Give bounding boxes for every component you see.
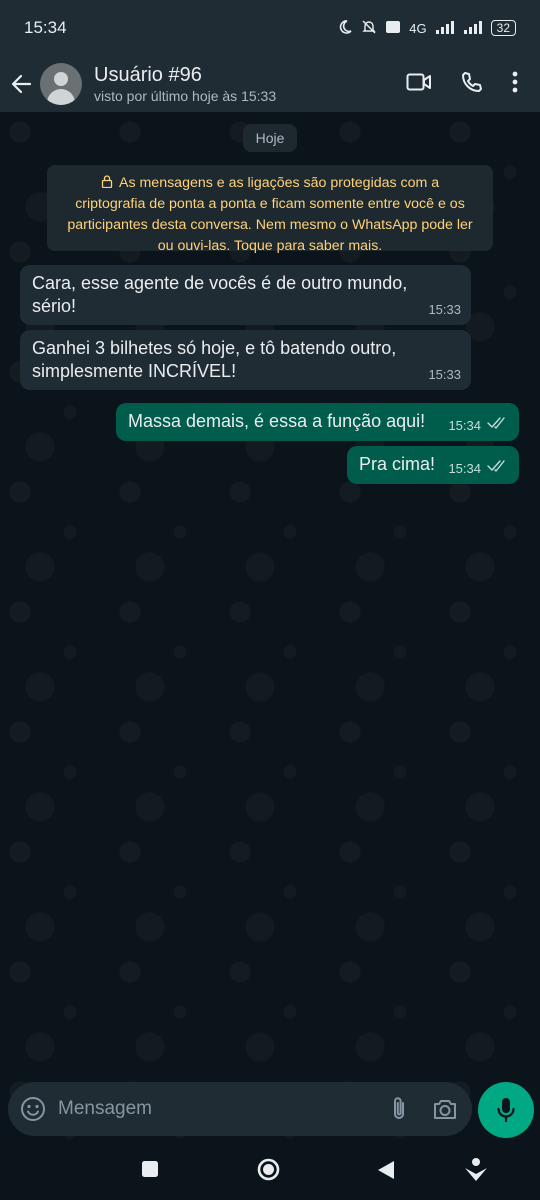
camera-icon[interactable] <box>432 1098 458 1120</box>
system-nav-bar <box>0 1142 540 1200</box>
battery-indicator: 32 <box>490 20 516 36</box>
mic-icon <box>496 1097 516 1123</box>
status-time: 15:34 <box>24 18 67 37</box>
last-seen-status: visto por último hoje às 15:33 <box>94 88 277 104</box>
message-incoming[interactable]: Ganhei 3 bilhetes só hoje, e tô batendo … <box>20 330 471 390</box>
header-actions <box>406 70 518 99</box>
muted-bell-icon <box>361 19 377 38</box>
volte-icon <box>385 20 401 37</box>
message-outgoing[interactable]: Pra cima! 15:34 <box>347 446 519 484</box>
double-check-icon <box>487 455 509 478</box>
assistant-icon[interactable] <box>464 1156 488 1187</box>
message-time: 15:33 <box>428 367 461 382</box>
network-type-label: 4G <box>409 20 427 36</box>
voice-call-icon[interactable] <box>460 70 484 99</box>
message-text: Massa demais, é essa a função aqui! <box>128 411 426 431</box>
message-input[interactable]: Mensagem <box>58 1098 390 1120</box>
double-check-icon <box>487 412 509 435</box>
message-text: Pra cima! <box>359 454 436 474</box>
contact-name: Usuário #96 <box>94 64 202 86</box>
dnd-moon-icon <box>337 19 353 38</box>
message-time: 15:33 <box>428 302 461 317</box>
mic-button[interactable] <box>478 1082 534 1138</box>
lock-icon <box>101 175 119 191</box>
avatar[interactable] <box>40 63 82 105</box>
chat-header: Usuário #96 visto por último hoje às 15:… <box>0 56 540 112</box>
back-triangle-icon[interactable] <box>377 1160 395 1185</box>
signal-icon <box>435 20 455 37</box>
video-call-icon[interactable] <box>406 72 432 97</box>
contact-info[interactable]: Usuário #96 visto por último hoje às 15:… <box>94 63 406 105</box>
more-options-icon[interactable] <box>512 71 518 98</box>
status-icons: 4G 32 <box>337 19 516 38</box>
status-bar: 15:34 4G 32 <box>0 0 540 56</box>
message-time: 15:34 <box>448 461 481 476</box>
message-text-line: sério! <box>32 296 77 316</box>
emoji-icon[interactable] <box>20 1096 46 1122</box>
encryption-notice-text: As mensagens e as ligações são protegida… <box>67 175 473 254</box>
attach-icon[interactable] <box>390 1096 408 1122</box>
date-chip: Hoje <box>243 124 297 152</box>
message-composer: Mensagem <box>8 1082 472 1136</box>
back-arrow-icon[interactable] <box>8 71 34 97</box>
signal-icon-2 <box>463 20 483 37</box>
home-circle-icon[interactable] <box>257 1158 280 1186</box>
message-incoming[interactable]: Cara, esse agente de vocês é de outro mu… <box>20 265 471 325</box>
message-time: 15:34 <box>448 418 481 433</box>
message-outgoing[interactable]: Massa demais, é essa a função aqui! 15:3… <box>116 403 519 441</box>
message-text-line: Cara, esse agente de vocês é de outro mu… <box>32 273 408 293</box>
message-text-line: Ganhei 3 bilhetes só hoje, e tô batendo … <box>32 338 397 358</box>
encryption-notice[interactable]: As mensagens e as ligações são protegida… <box>47 165 493 254</box>
message-text-line: simplesmente INCRÍVEL! <box>32 361 237 381</box>
recents-square-icon[interactable] <box>141 1160 159 1183</box>
